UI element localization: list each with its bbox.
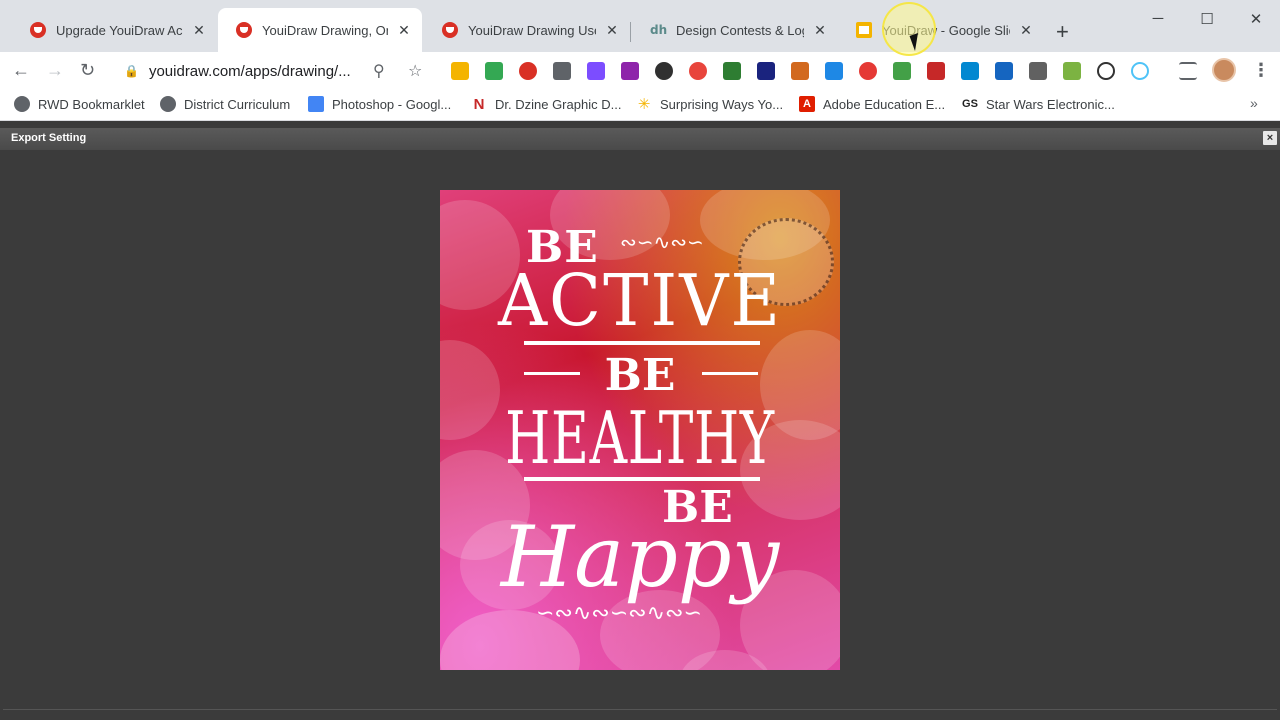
extension-icon[interactable] [655,62,673,80]
extension-icon[interactable] [791,62,809,80]
url-text: youidraw.com/apps/drawing/... [148,62,351,80]
bookmark-label: Photoshop - Googl... [332,96,452,112]
avatar[interactable] [1212,58,1236,82]
extension-icon[interactable] [485,62,503,80]
extension-icon[interactable] [621,62,639,80]
tab-youidraw-user[interactable]: YouiDraw Drawing User ✕ [424,8,630,52]
divider-rule [524,477,760,481]
extension-icon[interactable] [1063,62,1081,80]
reload-button[interactable]: ↻ [80,60,95,80]
menu-icon[interactable]: ⋮ [1252,60,1270,81]
extension-icon[interactable] [995,62,1013,80]
bookmark-label: District Curriculum [184,96,291,112]
tab-title: Upgrade YouiDraw Acco [56,22,183,38]
new-tab-button[interactable]: + [1056,20,1069,44]
extension-icon[interactable] [927,62,945,80]
extension-icon[interactable] [519,62,537,80]
poster-text-healthy: HEALTHY [505,396,775,480]
dialog-header: Export Setting × [0,128,1280,150]
tab-upgrade-youidraw[interactable]: Upgrade YouiDraw Acco ✕ [12,8,217,52]
youidraw-icon [30,22,46,38]
tab-youidraw-drawing-online[interactable]: YouiDraw Drawing, Onlin ✕ [218,8,422,52]
extension-icon[interactable] [825,62,843,80]
extension-icon[interactable] [893,62,911,80]
extension-icon[interactable] [961,62,979,80]
extension-icon[interactable] [689,62,707,80]
bookmarks-bar: RWD Bookmarklet District Curriculum Phot… [0,89,1280,121]
poster-text-active: ACTIVE [497,260,783,343]
close-icon[interactable]: ✕ [1018,22,1034,39]
lock-icon: 🔒 [124,64,139,78]
timer-icon[interactable] [1097,62,1115,80]
youidraw-icon [442,22,458,38]
minimize-button[interactable]: ─ [1148,10,1168,27]
close-icon[interactable]: ✕ [604,22,620,39]
bookmark-adobe-education[interactable]: A Adobe Education E... [799,96,945,112]
globe-icon [14,96,30,112]
back-button[interactable]: ← [12,60,30,80]
globe-icon [160,96,176,112]
extension-icon[interactable] [723,62,741,80]
bookmark-star-wars[interactable]: GS Star Wars Electronic... [962,96,1115,112]
tab-strip: Upgrade YouiDraw Acco ✕ YouiDraw Drawing… [0,0,1280,52]
dzine-icon: N [471,96,487,113]
extension-icon[interactable] [587,62,605,80]
browser-toolbar: ← → ↻ 🔒 youidraw.com/apps/drawing/... ⚲ … [0,52,1280,89]
bookmark-label: Star Wars Electronic... [986,96,1115,112]
poster-text-be-2: BE [604,350,676,401]
close-icon[interactable]: ✕ [396,22,412,39]
bookmark-label: Adobe Education E... [823,96,946,112]
bookmarks-overflow-icon[interactable]: » [1250,95,1258,111]
window-close-button[interactable]: ✕ [1246,10,1266,28]
designhill-icon: dh [650,23,668,37]
tab-google-slides[interactable]: YouiDraw - Google Slide ✕ [838,8,1044,52]
extension-icon[interactable] [451,62,469,80]
flourish-ornament: ∽∾∿∾∽∾∿∾∽ [536,600,702,625]
cursor-highlight [882,2,936,56]
bookmark-label: Surprising Ways Yo... [660,96,784,112]
google-docs-icon [308,96,324,112]
extension-icon[interactable] [859,62,877,80]
tab-title: YouiDraw Drawing User [468,22,596,38]
forward-button[interactable]: → [46,60,64,80]
flourish-ornament: ∾∽∿∾∽ [620,232,704,254]
gs-icon: GS [962,96,978,112]
divider-rule [702,372,758,375]
extension-icon[interactable] [1131,62,1149,80]
address-bar[interactable]: 🔒 youidraw.com/apps/drawing/... [112,55,442,87]
bookmark-star-icon[interactable]: ☆ [408,61,422,81]
tab-title: Design Contests & Logo [676,22,804,38]
google-slides-icon [856,22,872,38]
close-icon[interactable]: ✕ [812,22,828,39]
extension-icon[interactable] [1029,62,1047,80]
maximize-button[interactable]: ☐ [1197,10,1217,28]
playlist-icon[interactable] [1179,62,1197,80]
bookmark-photoshop[interactable]: Photoshop - Googl... [308,96,451,112]
bookmark-label: RWD Bookmarklet [38,96,145,112]
poster-preview: BE ∾∽∿∾∽ ACTIVE BE HEALTHY BE Happy ∽∾∿∾… [440,190,840,670]
tab-title: YouiDraw Drawing, Onlin [262,22,388,38]
bookmark-rwd[interactable]: RWD Bookmarklet [14,96,145,112]
bookmark-surprising-ways[interactable]: ✳ Surprising Ways Yo... [636,96,784,113]
bookmark-label: Dr. Dzine Graphic D... [495,96,622,112]
adobe-icon: A [799,96,815,112]
tab-separator [630,22,631,42]
poster-text-happy: Happy [500,508,780,606]
dialog-close-button[interactable]: × [1263,131,1277,145]
dialog-title: Export Setting [11,132,87,144]
close-icon[interactable]: ✕ [191,22,207,39]
bookmark-dr-dzine[interactable]: N Dr. Dzine Graphic D... [471,96,622,113]
tab-design-contests[interactable]: dh Design Contests & Logo ✕ [632,8,838,52]
extension-icon[interactable] [757,62,775,80]
youidraw-icon [236,22,252,38]
divider-rule [524,341,760,345]
bookmark-district-curriculum[interactable]: District Curriculum [160,96,290,112]
zoom-icon[interactable]: ⚲ [373,61,385,81]
extension-icon[interactable] [553,62,571,80]
pinwheel-icon: ✳ [636,96,652,113]
